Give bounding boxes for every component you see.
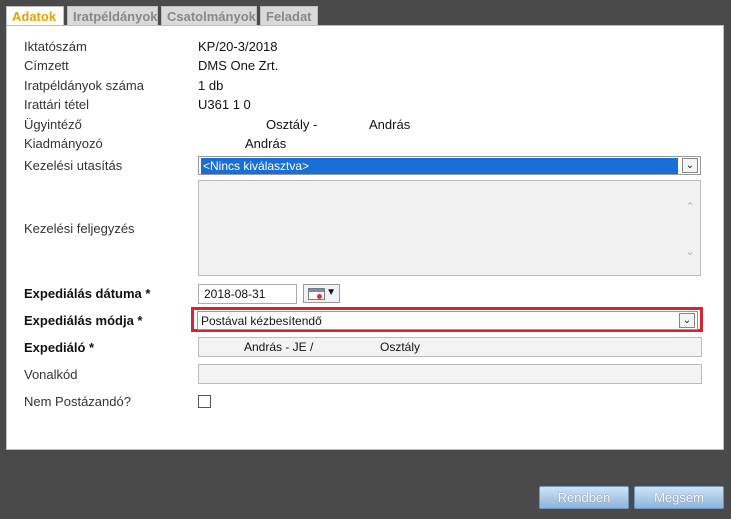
kezelesi-feljegyzes-textarea[interactable]: ⌃ ⌄ (198, 180, 701, 276)
ok-button[interactable]: Rendben (539, 486, 629, 509)
nem-postazando-checkbox[interactable] (198, 395, 211, 408)
scroll-up-icon[interactable]: ⌃ (684, 201, 696, 213)
tab-feladat[interactable]: Feladat (260, 6, 318, 25)
expedialas-datuma-label: Expediálás dátuma * (24, 286, 151, 301)
scroll-down-icon[interactable]: ⌄ (684, 245, 696, 257)
expedialo-value-a: András - JE / (244, 340, 314, 354)
expedialas-modja-selected: Postával kézbesítendő (201, 314, 322, 328)
cimzett-value: DMS One Zrt. (198, 58, 279, 73)
expedialas-modja-select[interactable]: Postával kézbesítendő ⌄ (197, 311, 698, 330)
kezelesi-feljegyzes-label: Kezelési feljegyzés (24, 221, 135, 236)
ugyintezo-value-b: András (369, 117, 411, 132)
kezelesi-utasitas-label: Kezelési utasítás (24, 158, 123, 173)
calendar-icon (308, 288, 325, 300)
expedialo-field[interactable]: András - JE / Osztály (198, 337, 702, 357)
kezelesi-utasitas-select[interactable]: <Nincs kiválasztva> ⌄ (198, 156, 701, 175)
ugyintezo-value-a: Osztály - (266, 117, 318, 132)
chevron-down-icon[interactable]: ⌄ (679, 313, 695, 328)
cancel-button[interactable]: Mégsem (634, 486, 724, 509)
tab-adatok[interactable]: Adatok (6, 6, 64, 26)
irattari-tetel-value: U361 1 0 (198, 97, 251, 112)
expedialo-label: Expediáló * (24, 340, 95, 355)
cimzett-label: Címzett (24, 58, 69, 73)
iratpeldanyok-szama-value: 1 db (198, 78, 224, 93)
iktatoszam-value: KP/20-3/2018 (198, 39, 278, 54)
kezelesi-utasitas-selected: <Nincs kiválasztva> (201, 158, 678, 174)
ugyintezo-label: Ügyintéző (24, 117, 82, 132)
expedialo-value-b: Osztály (380, 340, 421, 354)
iktatoszam-label: Iktatószám (24, 39, 87, 54)
expedialas-datuma-input[interactable]: 2018-08-31 (198, 284, 297, 304)
vonalkod-label: Vonalkód (24, 367, 78, 382)
irattari-tetel-label: Irattári tétel (24, 97, 90, 112)
vonalkod-input[interactable] (198, 364, 702, 384)
tab-csatolmanyok[interactable]: Csatolmányok (161, 6, 257, 25)
tab-iratpeldanyok[interactable]: Iratpéldányok (67, 6, 158, 25)
form-panel: Iktatószám KP/20-3/2018 Címzett DMS One … (6, 25, 724, 450)
nem-postazando-label: Nem Postázandó? (24, 394, 131, 409)
kiadmanyozo-label: Kiadmányozó (24, 136, 103, 151)
iratpeldanyok-szama-label: Iratpéldányok száma (24, 78, 144, 93)
chevron-down-icon[interactable]: ⌄ (682, 158, 698, 173)
expedialas-modja-label: Expediálás módja * (24, 313, 143, 328)
calendar-picker-button[interactable]: ▼ (303, 284, 340, 303)
kiadmanyozo-value: András (245, 136, 287, 151)
chevron-down-icon: ▼ (326, 287, 336, 298)
